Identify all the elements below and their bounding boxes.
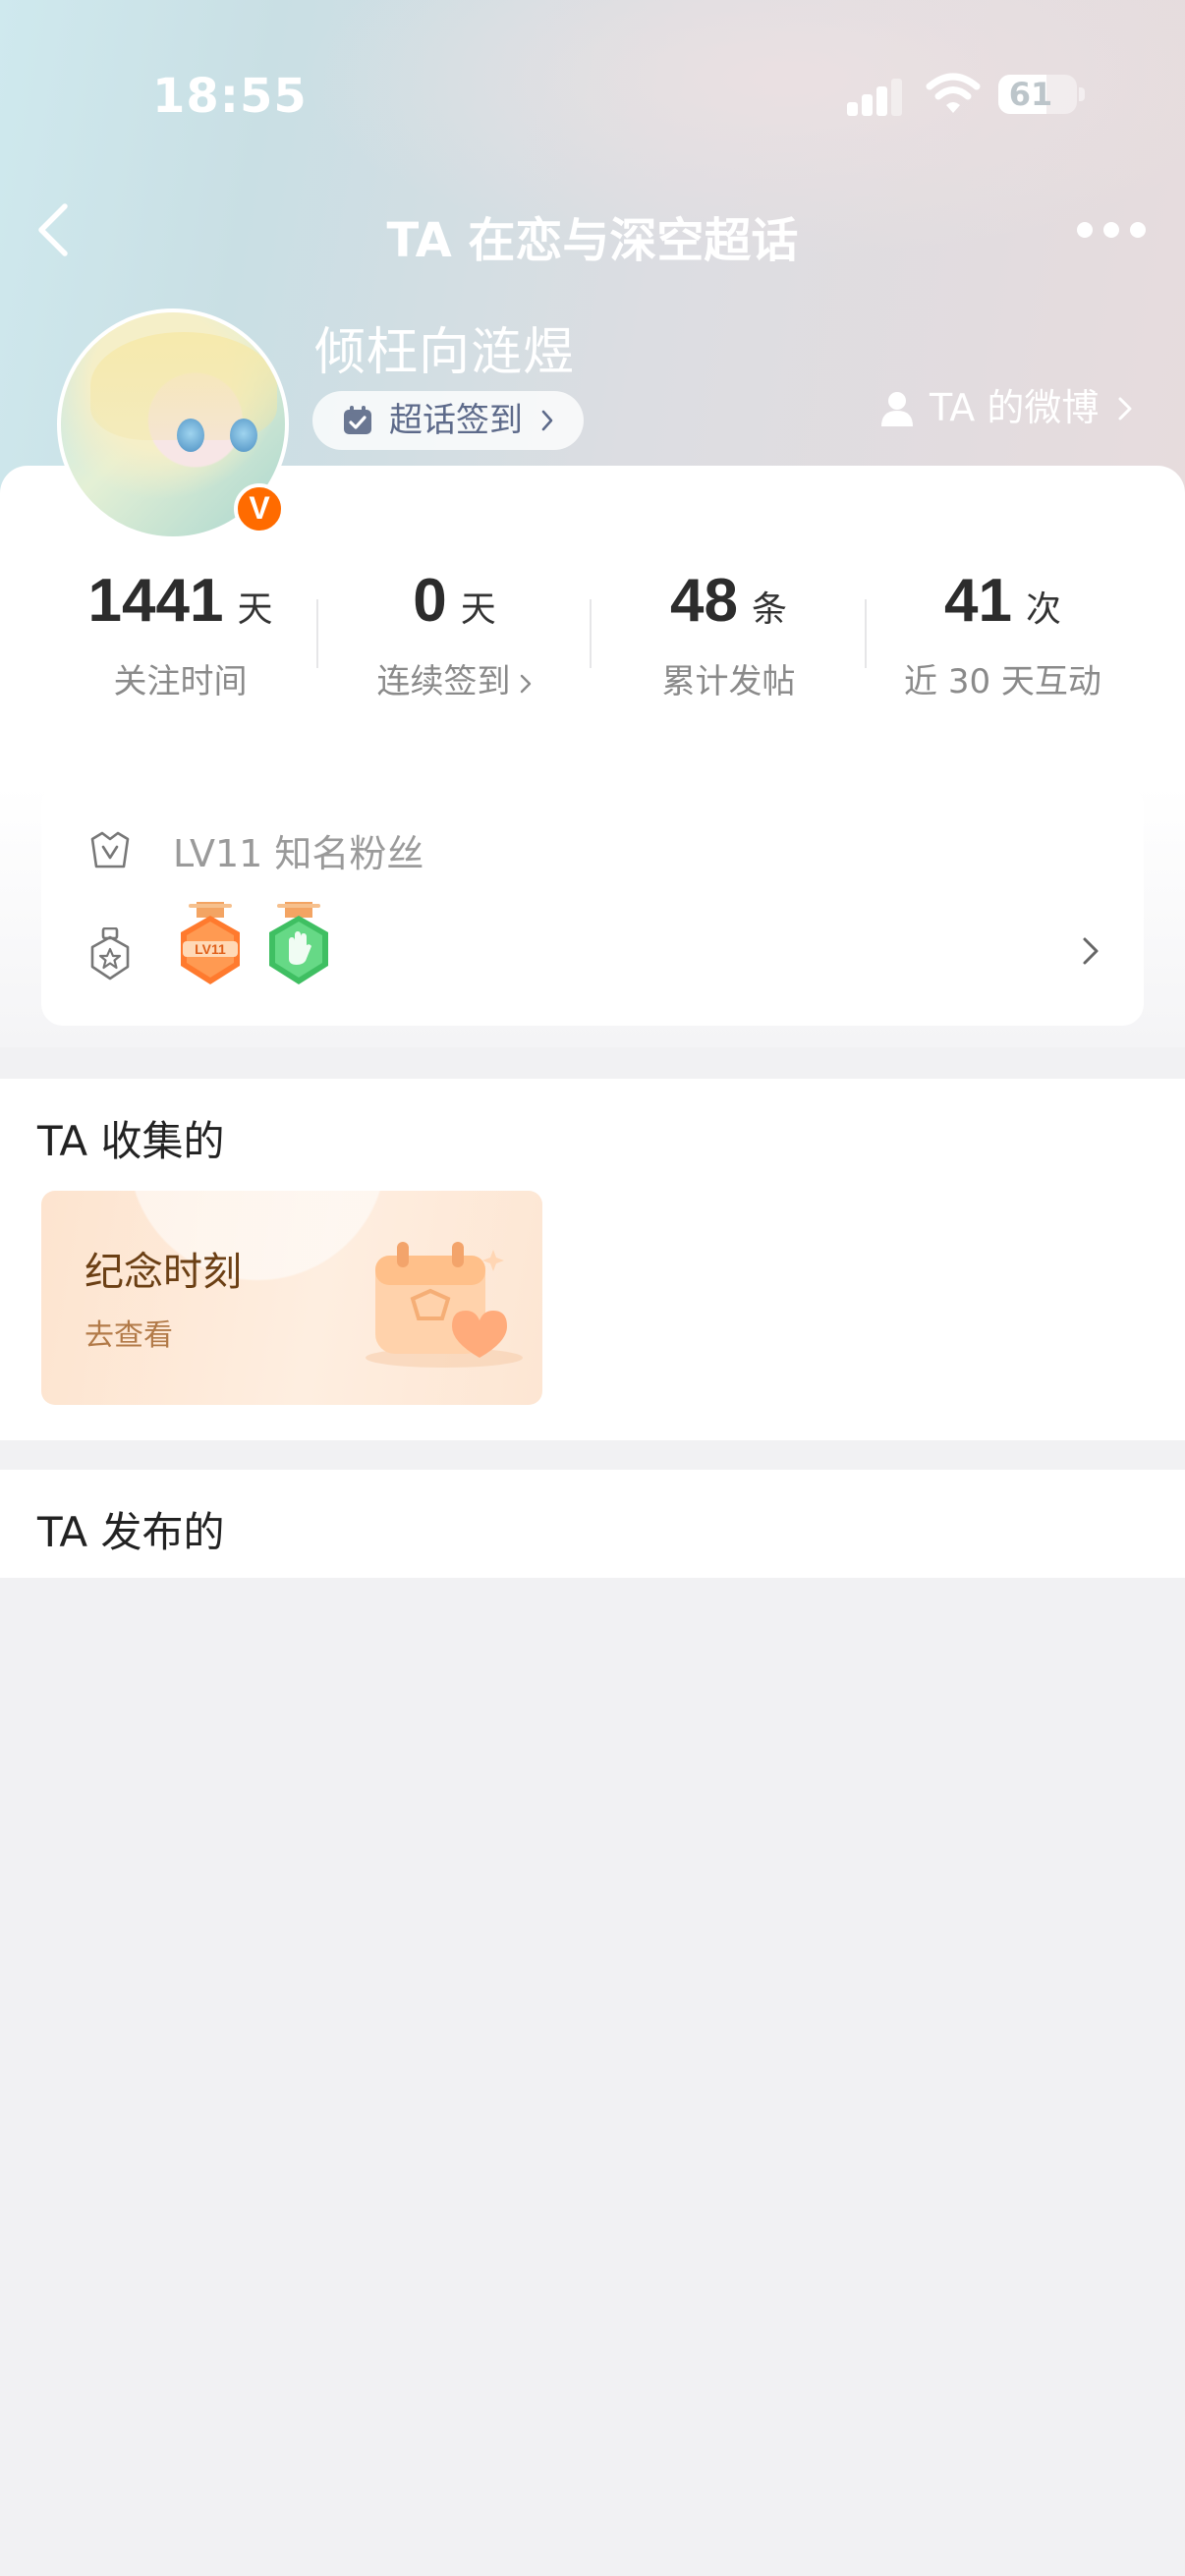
more-dots-icon[interactable]	[1077, 220, 1146, 240]
stat-value: 41	[944, 567, 1012, 635]
stat-label: 近 30 天互动	[904, 662, 1101, 701]
page: 18:55 61 TA 在恋与深空超话 倾枉向涟煜 超话签到 TA 的微博 14…	[0, 0, 1185, 2576]
badge-star-icon	[90, 927, 130, 980]
stat-interactions: 41 次 近 30 天互动	[866, 564, 1140, 731]
stat-unit: 条	[751, 589, 787, 630]
checkin-button[interactable]: 超话签到	[312, 391, 584, 450]
stat-label: 关注时间	[113, 662, 248, 701]
publish-section: TA 发布的	[0, 1470, 1185, 1578]
cellular-signal-icon	[847, 79, 902, 116]
chevron-right-icon	[1118, 397, 1132, 420]
status-time: 18:55	[152, 69, 308, 124]
stat-value: 1441	[87, 567, 224, 635]
section-title: TA 收集的	[37, 1117, 225, 1165]
stats-card: 1441 天 关注时间 0天 连续签到 48 条 累计发帖 41 次 近 30 天互动	[0, 466, 1185, 1047]
lv11-medal-icon[interactable]: LV11	[175, 902, 246, 992]
section-title: TA 发布的	[37, 1508, 225, 1556]
battery-cap	[1079, 87, 1085, 101]
checkin-label: 超话签到	[389, 401, 523, 440]
stat-checkin-streak[interactable]: 0天 连续签到	[317, 564, 592, 731]
collect-section: TA 收集的 纪念时刻 去查看	[0, 1079, 1185, 1440]
avatar-eye	[177, 419, 204, 452]
calendar-check-icon	[344, 406, 371, 434]
hand-medal-icon[interactable]	[263, 902, 334, 992]
person-icon	[881, 392, 913, 426]
avatar-eye	[230, 419, 257, 452]
chevron-right-icon	[1083, 937, 1099, 965]
fan-level-icon	[90, 831, 130, 868]
stats-row: 1441 天 关注时间 0天 连续签到 48 条 累计发帖 41 次 近 30 天互动	[43, 564, 1140, 731]
stat-value: 0	[413, 567, 447, 635]
stat-unit: 天	[237, 589, 273, 630]
page-title: TA 在恋与深空超话	[386, 213, 799, 268]
fan-level-text: LV11 知名粉丝	[173, 832, 424, 875]
stat-unit: 天	[460, 589, 496, 630]
memory-card-title: 纪念时刻	[85, 1250, 242, 1295]
wifi-icon	[926, 73, 981, 113]
verified-badge: V	[234, 483, 285, 534]
stat-follow-days: 1441 天 关注时间	[43, 564, 317, 731]
calendar-heart-icon	[366, 1242, 523, 1368]
chevron-right-icon	[541, 410, 553, 431]
battery-icon: 61	[998, 75, 1077, 114]
stat-value: 48	[670, 567, 738, 635]
stat-unit: 次	[1025, 589, 1061, 630]
stat-post-count: 48 条 累计发帖	[592, 564, 866, 731]
medal-label: LV11	[195, 941, 226, 957]
fan-level-card[interactable]: LV11 知名粉丝 LV11	[41, 784, 1144, 1026]
chevron-right-icon	[520, 674, 531, 694]
weibo-link-label: TA 的微博	[930, 386, 1100, 429]
memory-card-link[interactable]: 去查看	[85, 1311, 173, 1354]
memory-card[interactable]: 纪念时刻 去查看	[41, 1191, 542, 1405]
stat-label: 累计发帖	[661, 662, 796, 701]
stat-label: 连续签到	[376, 662, 511, 701]
username: 倾枉向涟煜	[314, 323, 576, 382]
battery-percent: 61	[1008, 76, 1053, 113]
